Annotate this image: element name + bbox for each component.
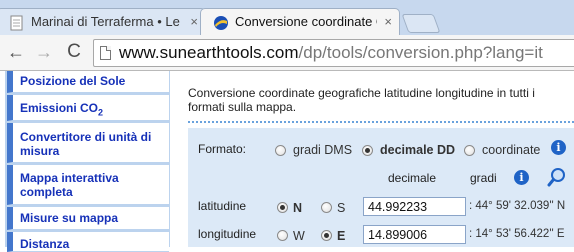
tab-marinai[interactable]: Marinai di Terraferma • Le ×: [0, 8, 206, 35]
sidebar-item-label: Distanza: [20, 237, 70, 251]
sunearth-favicon-icon: [214, 16, 228, 30]
degrees-column-header: gradi: [470, 171, 497, 185]
format-label: Formato:: [198, 142, 247, 156]
longitude-east-radio[interactable]: [321, 230, 332, 241]
sidebar-item-label: Posizione del Sole: [20, 74, 126, 88]
info-icon[interactable]: i: [514, 170, 529, 185]
format-coordinate-label: coordinate: [482, 143, 541, 157]
format-dms-radio[interactable]: [275, 145, 286, 156]
format-dd-radio[interactable]: [362, 145, 373, 156]
sidebar-item-mappa-interattiva[interactable]: Mappa interattiva completa: [7, 165, 169, 205]
intro-text: Conversione coordinate geografiche latit…: [188, 86, 535, 114]
latitude-south-radio[interactable]: [321, 202, 332, 213]
address-bar[interactable]: www.sunearthtools.com/dp/tools/conversio…: [93, 39, 574, 67]
tab-conversione[interactable]: Conversione coordinate G ×: [200, 8, 400, 35]
url-host: www.sunearthtools.com: [119, 43, 299, 62]
url-text: www.sunearthtools.com/dp/tools/conversio…: [119, 40, 543, 66]
new-tab-button[interactable]: [401, 14, 441, 33]
format-dd-label: decimale DD: [380, 143, 456, 157]
longitude-label: longitudine: [198, 227, 257, 241]
latitude-north-radio[interactable]: [277, 202, 288, 213]
conversion-panel: Formato: gradi DMS decimale DD coordinat…: [188, 128, 574, 247]
search-icon[interactable]: [547, 167, 567, 187]
latitude-decimal-input[interactable]: [363, 197, 466, 216]
latitude-dms-value: : 44° 59' 32.039'' N: [469, 200, 566, 212]
reload-button[interactable]: C: [62, 40, 86, 64]
tab-title: Marinai di Terraferma • Le: [31, 14, 180, 29]
tab-strip: Marinai di Terraferma • Le × Conversione…: [0, 0, 574, 35]
longitude-dms-value: : 14° 53' 56.422'' E: [469, 228, 565, 240]
forward-button[interactable]: →: [32, 40, 56, 64]
back-button[interactable]: ←: [4, 40, 28, 64]
page-icon: [100, 46, 111, 60]
divider: [188, 121, 574, 123]
url-path: /dp/tools/conversion.php?lang=it: [298, 43, 543, 62]
sidebar-item-distanza[interactable]: Distanza: [7, 232, 169, 252]
latitude-north-label: N: [293, 201, 303, 215]
browser-toolbar: ← → C www.sunearthtools.com/dp/tools/con…: [0, 35, 574, 71]
page-favicon-icon: [10, 15, 23, 31]
sidebar-item-label: Misure su mappa: [20, 211, 119, 225]
tab-title: Conversione coordinate G: [235, 14, 377, 29]
info-icon[interactable]: i: [551, 140, 566, 155]
sidebar-item-misure-mappa[interactable]: Misure su mappa: [7, 207, 169, 230]
tab-close-icon[interactable]: ×: [384, 9, 392, 35]
longitude-west-radio[interactable]: [277, 230, 288, 241]
latitude-south-label: S: [337, 201, 346, 215]
longitude-east-label: E: [337, 229, 346, 243]
sidebar-item-label: Mappa interattiva completa: [20, 171, 119, 199]
sidebar-item-label: Convertitore di unità di misura: [20, 130, 152, 158]
decimal-column-header: decimale: [388, 171, 437, 185]
format-coordinate-radio[interactable]: [464, 145, 475, 156]
sidebar-item-convertitore[interactable]: Convertitore di unità di misura: [7, 123, 169, 163]
format-dms-label: gradi DMS: [293, 143, 353, 157]
longitude-west-label: W: [293, 229, 305, 243]
tab-close-icon[interactable]: ×: [190, 9, 198, 35]
longitude-decimal-input[interactable]: [363, 225, 466, 244]
sidebar-item-posizione-sole[interactable]: Posizione del Sole: [7, 71, 169, 93]
sidebar-item-label: Emissioni CO: [20, 101, 99, 115]
sidebar-item-emissioni[interactable]: Emissioni CO2: [7, 95, 169, 121]
latitude-label: latitudine: [198, 199, 247, 213]
sidebar-item-subscript: 2: [98, 107, 104, 118]
